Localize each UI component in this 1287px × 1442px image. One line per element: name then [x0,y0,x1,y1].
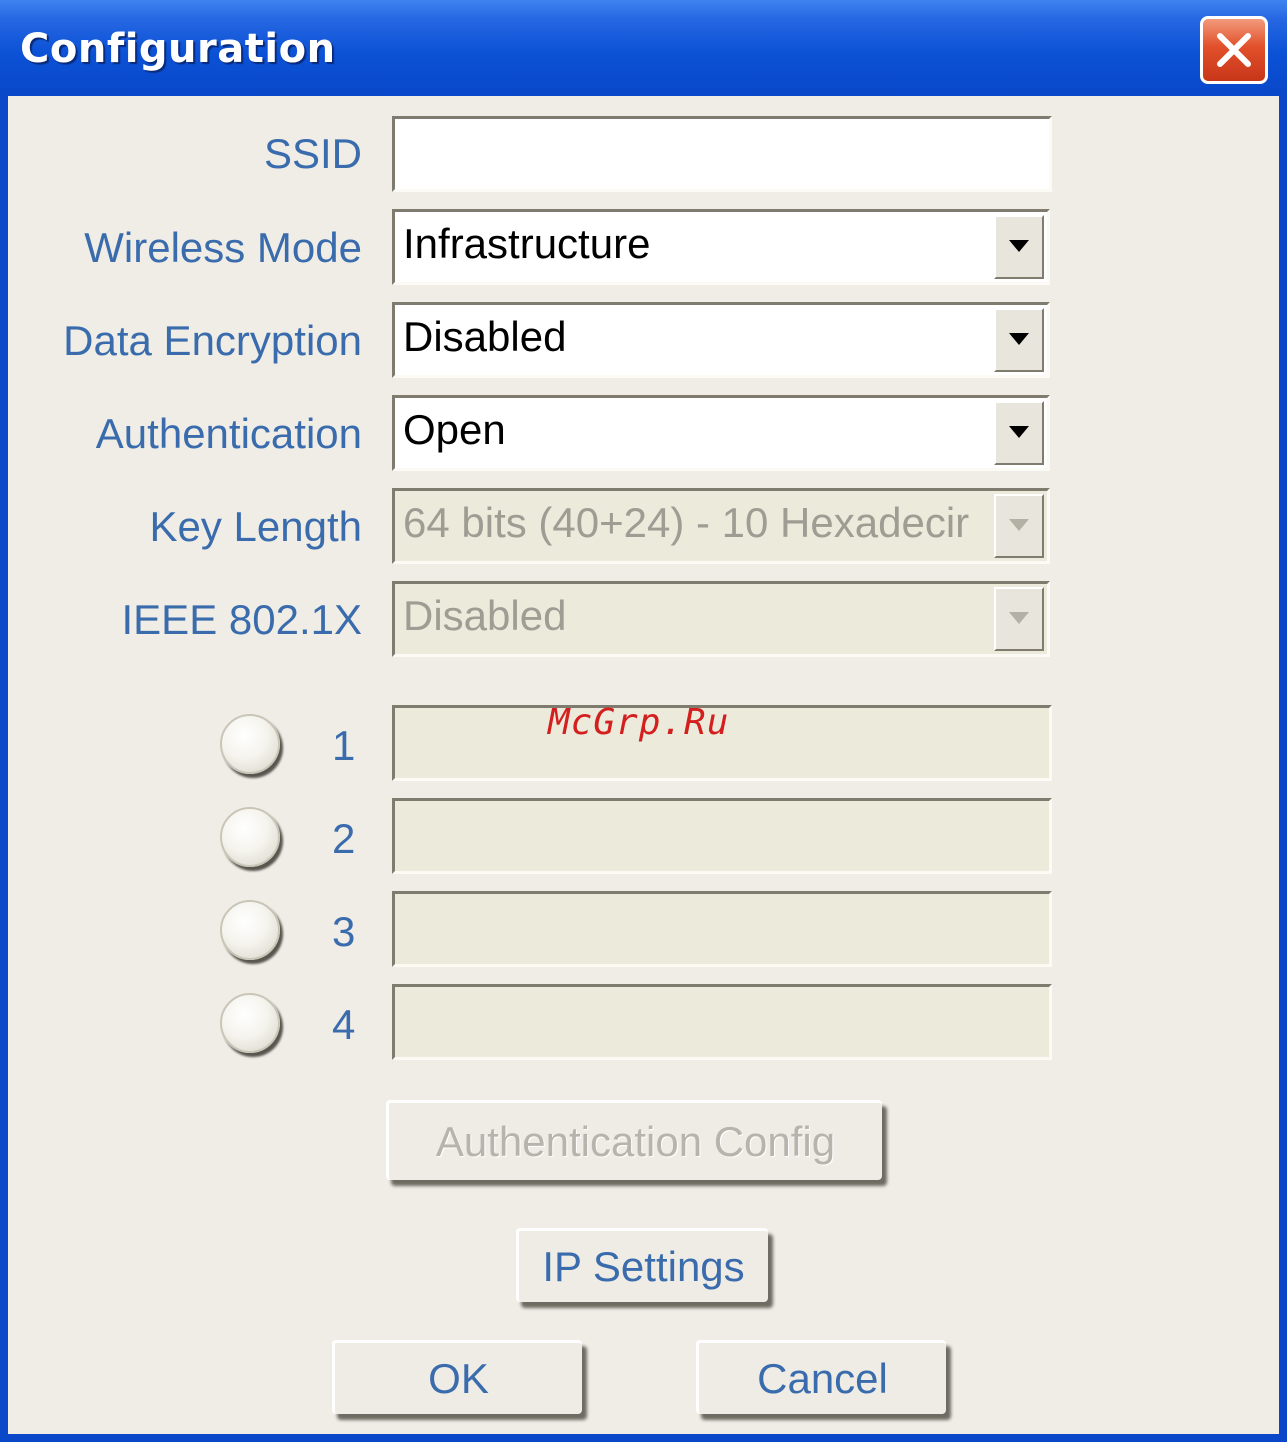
watermark: McGrp.Ru [548,702,730,743]
data-encryption-label: Data Encryption [63,317,362,364]
chevron-down-icon [1009,426,1029,438]
close-icon [1217,33,1251,67]
key-length-dropdown-button [994,494,1044,558]
chevron-down-icon [1009,612,1029,624]
chevron-down-icon [1009,333,1029,345]
key-2-radio[interactable] [220,807,280,867]
authentication-value: Open [403,406,506,453]
ok-button[interactable]: OK [332,1340,582,1414]
ieee-8021x-select: Disabled [392,581,1050,657]
key-2-input [392,798,1052,874]
authentication-select[interactable]: Open [392,395,1050,471]
wireless-mode-dropdown-button[interactable] [994,215,1044,279]
chevron-down-icon [1009,240,1029,252]
ip-settings-button[interactable]: IP Settings [516,1228,768,1302]
data-encryption-dropdown-button[interactable] [994,308,1044,372]
chevron-down-icon [1009,519,1029,531]
window-title: Configuration [20,26,336,72]
key-4-radio[interactable] [220,993,280,1053]
wireless-mode-select[interactable]: Infrastructure [392,209,1050,285]
ieee-8021x-value: Disabled [403,592,567,639]
key-3-input [392,891,1052,967]
key-length-value: 64 bits (40+24) - 10 Hexadecir [403,499,970,546]
key-3-number: 3 [332,908,356,955]
key-4-number: 4 [332,1001,356,1048]
cancel-button[interactable]: Cancel [696,1340,946,1414]
authentication-config-button: Authentication Config [386,1100,882,1180]
configuration-dialog: Configuration SSID Wireless Mode Infrast… [0,0,1287,1442]
title-bar[interactable]: Configuration [0,0,1287,96]
key-1-number: 1 [332,722,356,769]
key-length-label: Key Length [149,503,362,550]
authentication-label: Authentication [95,410,362,457]
close-button[interactable] [1200,16,1268,84]
key-1-radio[interactable] [220,714,280,774]
key-4-input [392,984,1052,1060]
ssid-input[interactable] [392,116,1052,192]
key-3-radio[interactable] [220,900,280,960]
key-2-number: 2 [332,815,356,862]
ieee-8021x-label: IEEE 802.1X [121,596,363,643]
wireless-mode-label: Wireless Mode [84,224,362,271]
data-encryption-value: Disabled [403,313,567,360]
ieee-8021x-dropdown-button [994,587,1044,651]
data-encryption-select[interactable]: Disabled [392,302,1050,378]
ssid-label: SSID [263,130,362,177]
wireless-mode-value: Infrastructure [403,220,651,267]
authentication-dropdown-button[interactable] [994,401,1044,465]
key-length-select: 64 bits (40+24) - 10 Hexadecir [392,488,1050,564]
